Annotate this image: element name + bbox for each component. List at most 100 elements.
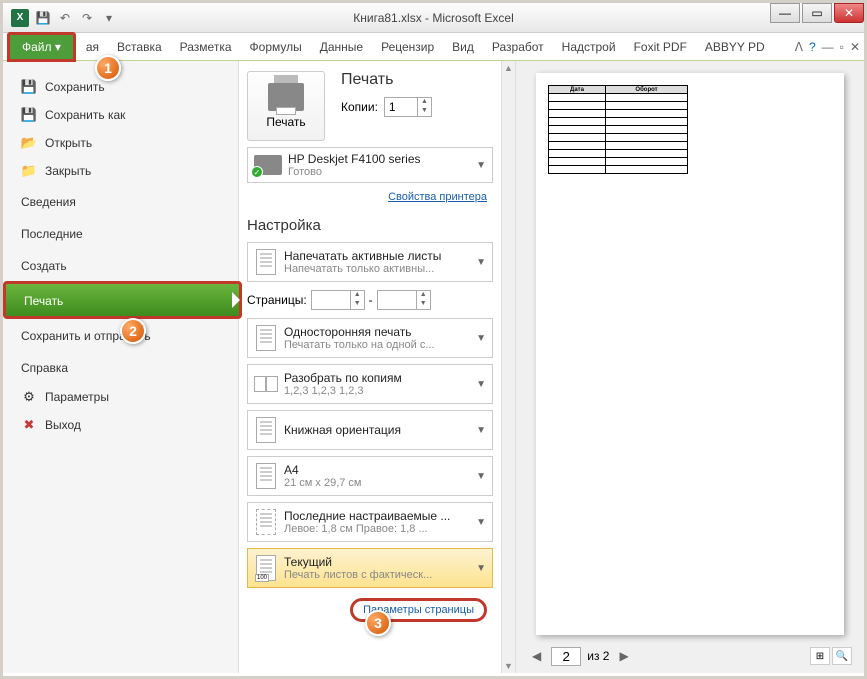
backstage-sidebar: 💾Сохранить 💾Сохранить как 📂Открыть 📁Закр… (3, 61, 239, 673)
printer-selector[interactable]: ✓ HP Deskjet F4100 series Готово ▼ (247, 147, 493, 183)
maximize-button[interactable]: ▭ (802, 3, 832, 23)
sidebar-item-open[interactable]: 📂Открыть (3, 129, 238, 157)
folder-open-icon: 📂 (21, 135, 37, 151)
scroll-up-icon[interactable]: ▲ (502, 61, 515, 75)
close-button[interactable]: ✕ (834, 3, 864, 23)
chevron-down-icon: ▼ (476, 517, 486, 528)
folder-close-icon: 📁 (21, 163, 37, 179)
titlebar: X 💾 ↶ ↷ ▾ Книга81.xlsx - Microsoft Excel… (3, 3, 864, 33)
spinner-up-icon[interactable]: ▲ (418, 98, 431, 107)
redo-icon[interactable]: ↷ (79, 10, 95, 26)
print-preview-pane: ДатаОборот ◀ из 2 ▶ ⊞ 🔍 (515, 61, 864, 673)
chevron-down-icon: ▼ (476, 379, 486, 390)
tab-developer[interactable]: Разработ (484, 36, 552, 58)
callout-2: 2 (120, 318, 146, 344)
page-total-label: из 2 (587, 649, 609, 663)
preview-table: ДатаОборот (548, 85, 688, 174)
sidebar-item-options[interactable]: ⚙Параметры (3, 383, 238, 411)
prev-page-button[interactable]: ◀ (528, 647, 545, 665)
tab-insert[interactable]: Вставка (109, 36, 170, 58)
next-page-button[interactable]: ▶ (615, 647, 632, 665)
collate-dropdown[interactable]: Разобрать по копиям 1,2,3 1,2,3 1,2,3 ▼ (247, 364, 493, 404)
callout-1: 1 (95, 55, 121, 81)
page-navigator: ◀ из 2 ▶ ⊞ 🔍 (520, 643, 860, 669)
tab-review[interactable]: Рецензир (373, 36, 442, 58)
zoom-to-page-button[interactable]: 🔍 (832, 647, 852, 665)
sidebar-item-new[interactable]: Создать (3, 249, 238, 281)
chevron-down-icon: ▼ (476, 257, 486, 268)
tab-formulas[interactable]: Формулы (242, 36, 310, 58)
portrait-icon (254, 416, 278, 444)
tab-abbyy[interactable]: ABBYY PD (697, 36, 773, 58)
window-controls: — ▭ ✕ (768, 3, 864, 23)
paper-size-dropdown[interactable]: A4 21 см x 29,7 см ▼ (247, 456, 493, 496)
settings-heading: Настройка (247, 217, 493, 234)
sidebar-item-help[interactable]: Справка (3, 351, 238, 383)
preview-page: ДатаОборот (536, 73, 844, 635)
orientation-dropdown[interactable]: Книжная ориентация ▼ (247, 410, 493, 450)
chevron-down-icon: ▼ (476, 333, 486, 344)
minimize-button[interactable]: — (770, 3, 800, 23)
sides-dropdown[interactable]: Односторонняя печать Печатать только на … (247, 318, 493, 358)
paper-icon (254, 462, 278, 490)
copies-input[interactable] (385, 100, 417, 114)
save-icon[interactable]: 💾 (35, 10, 51, 26)
exit-icon: ✖ (21, 417, 37, 433)
page-from-spinner[interactable]: ▲▼ (311, 290, 365, 310)
page-number-input[interactable] (551, 647, 581, 666)
ribbon-collapse-icon[interactable]: ᐱ (795, 40, 803, 54)
sidebar-item-save-as[interactable]: 💾Сохранить как (3, 101, 238, 129)
tab-data[interactable]: Данные (312, 36, 371, 58)
save-icon: 💾 (21, 79, 37, 95)
sheets-icon (254, 248, 278, 276)
quick-access-toolbar: X 💾 ↶ ↷ ▾ (3, 9, 125, 27)
print-button[interactable]: Печать (247, 71, 325, 141)
scroll-down-icon[interactable]: ▼ (502, 659, 515, 673)
print-settings-column: Печать Печать Копии: ▲▼ (239, 61, 501, 673)
page-to-spinner[interactable]: ▲▼ (377, 290, 431, 310)
help-icon[interactable]: ? (809, 40, 816, 54)
tab-foxit[interactable]: Foxit PDF (626, 36, 695, 58)
settings-scrollbar[interactable]: ▲ ▼ (501, 61, 515, 673)
app-icon: X (11, 9, 29, 27)
sidebar-item-recent[interactable]: Последние (3, 217, 238, 249)
tab-home-partial[interactable]: ая (78, 36, 107, 58)
tab-layout[interactable]: Разметка (172, 36, 240, 58)
inner-restore-icon[interactable]: ▫ (840, 40, 844, 54)
inner-close-icon[interactable]: ✕ (850, 40, 860, 54)
sidebar-item-close[interactable]: 📁Закрыть (3, 157, 238, 185)
chevron-down-icon: ▼ (476, 563, 486, 574)
callout-3: 3 (365, 610, 391, 636)
chevron-down-icon: ▼ (476, 471, 486, 482)
scale-icon: 100 (254, 554, 278, 582)
tab-view[interactable]: Вид (444, 36, 482, 58)
print-what-dropdown[interactable]: Напечатать активные листы Напечатать тол… (247, 242, 493, 282)
tab-addins[interactable]: Надстрой (554, 36, 624, 58)
one-sided-icon (254, 324, 278, 352)
sidebar-item-exit[interactable]: ✖Выход (3, 411, 238, 439)
show-margins-button[interactable]: ⊞ (810, 647, 830, 665)
qat-more-icon[interactable]: ▾ (101, 10, 117, 26)
save-as-icon: 💾 (21, 107, 37, 123)
window-title: Книга81.xlsx - Microsoft Excel (353, 11, 513, 25)
tab-file[interactable]: Файл ▾ (7, 32, 76, 62)
printer-status: Готово (288, 166, 470, 178)
printer-name: HP Deskjet F4100 series (288, 152, 470, 166)
sidebar-item-save[interactable]: 💾Сохранить (3, 73, 238, 101)
chevron-down-icon: ▼ (476, 425, 486, 436)
printer-properties-link[interactable]: Свойства принтера (247, 189, 493, 205)
sidebar-item-info[interactable]: Сведения (3, 185, 238, 217)
copies-spinner[interactable]: ▲▼ (384, 97, 432, 117)
undo-icon[interactable]: ↶ (57, 10, 73, 26)
page-range-row: Страницы: ▲▼ - ▲▼ (247, 288, 493, 312)
status-ready-icon: ✓ (251, 166, 263, 178)
collate-icon (254, 370, 278, 398)
sidebar-item-print[interactable]: Печать (3, 281, 242, 319)
copies-label: Копии: (341, 100, 378, 114)
margins-dropdown[interactable]: Последние настраиваемые ... Левое: 1,8 с… (247, 502, 493, 542)
chevron-down-icon: ▼ (476, 160, 486, 171)
scaling-dropdown[interactable]: 100 Текущий Печать листов с фактическ...… (247, 548, 493, 588)
printer-small-icon: ✓ (254, 155, 282, 175)
spinner-down-icon[interactable]: ▼ (418, 107, 431, 116)
inner-minimize-icon[interactable]: — (822, 40, 834, 54)
